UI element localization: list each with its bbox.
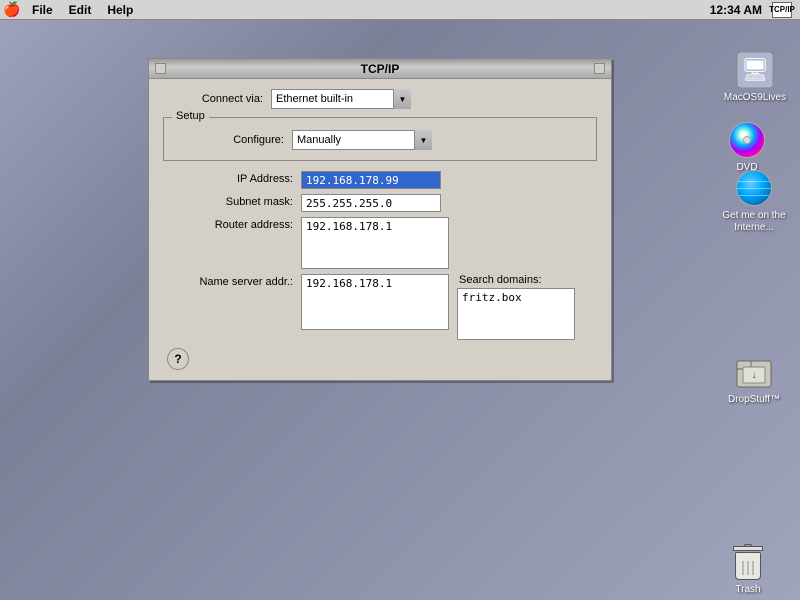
router-address-row: Router address: 192.168.178.1: [173, 217, 597, 269]
trash-label: Trash: [735, 584, 760, 596]
ip-address-label: IP Address:: [173, 171, 293, 185]
window-zoom-button[interactable]: [594, 63, 605, 74]
desktop-icon-internet[interactable]: Get me on the Interne...: [716, 168, 792, 234]
svg-text:↓: ↓: [752, 370, 757, 381]
menu-edit[interactable]: Edit: [61, 0, 100, 20]
tcpip-menubar-icon[interactable]: TCP/IP: [772, 2, 792, 18]
window-content: Connect via: Ethernet built-in PPP Apple…: [149, 79, 611, 380]
desktop-icon-dvd[interactable]: DVD: [712, 120, 782, 174]
macos9lives-label: MacOS9Lives: [724, 92, 786, 104]
window-titlebar: TCP/IP: [149, 59, 611, 79]
name-server-label: Name server addr.:: [173, 274, 293, 288]
macos9lives-icon: 🖥: [735, 50, 775, 90]
trash-icon: [728, 542, 768, 582]
tcpip-window: TCP/IP Connect via: Ethernet built-in PP…: [148, 58, 612, 381]
dropstuff-icon: ↓: [734, 352, 774, 392]
router-address-label: Router address:: [173, 217, 293, 231]
internet-label: Get me on the Interne...: [716, 210, 792, 234]
ip-address-row: IP Address:: [173, 171, 597, 189]
apple-menu[interactable]: 🍎: [0, 0, 24, 20]
window-close-button[interactable]: [155, 63, 166, 74]
subnet-mask-label: Subnet mask:: [173, 194, 293, 208]
internet-icon: [734, 168, 774, 208]
ip-address-input[interactable]: [301, 171, 441, 189]
name-server-row: Name server addr.: 192.168.178.1: [173, 274, 449, 340]
menubar-right: 12:34 AM TCP/IP: [710, 2, 800, 18]
setup-group: Setup Configure: Manually Using DHCP Ser…: [163, 117, 597, 161]
configure-label: Configure:: [174, 134, 284, 146]
configure-select[interactable]: Manually Using DHCP Server Using BootP: [292, 130, 432, 150]
router-address-textarea[interactable]: 192.168.178.1: [301, 217, 449, 269]
system-clock: 12:34 AM: [710, 3, 762, 17]
connect-via-select[interactable]: Ethernet built-in PPP AppleTalk (MacIP): [271, 89, 411, 109]
search-domains-label: Search domains:: [457, 274, 575, 286]
window-title: TCP/IP: [361, 62, 400, 76]
connect-via-label: Connect via:: [163, 93, 263, 105]
connect-via-select-wrap: Ethernet built-in PPP AppleTalk (MacIP) …: [271, 89, 411, 109]
dropstuff-label: DropStuff™: [728, 394, 780, 406]
desktop-icon-dropstuff[interactable]: ↓ DropStuff™: [716, 352, 792, 406]
subnet-mask-input[interactable]: [301, 194, 441, 212]
menubar: 🍎 File Edit Help 12:34 AM TCP/IP: [0, 0, 800, 20]
desktop-icon-trash[interactable]: Trash: [718, 542, 778, 596]
menu-help[interactable]: Help: [99, 0, 141, 20]
help-button[interactable]: ?: [167, 348, 189, 370]
configure-row: Configure: Manually Using DHCP Server Us…: [174, 130, 586, 150]
desktop-icon-macos9lives[interactable]: 🖥 MacOS9Lives: [720, 50, 790, 104]
dvd-icon: [727, 120, 767, 160]
menu-file[interactable]: File: [24, 0, 61, 20]
connect-via-row: Connect via: Ethernet built-in PPP Apple…: [163, 89, 597, 109]
name-server-textarea[interactable]: 192.168.178.1: [301, 274, 449, 330]
configure-select-wrap: Manually Using DHCP Server Using BootP ▼: [292, 130, 432, 150]
setup-legend: Setup: [172, 110, 209, 122]
subnet-mask-row: Subnet mask:: [173, 194, 597, 212]
search-domains-textarea[interactable]: fritz.box: [457, 288, 575, 340]
svg-text:🖥: 🖥: [741, 57, 769, 82]
